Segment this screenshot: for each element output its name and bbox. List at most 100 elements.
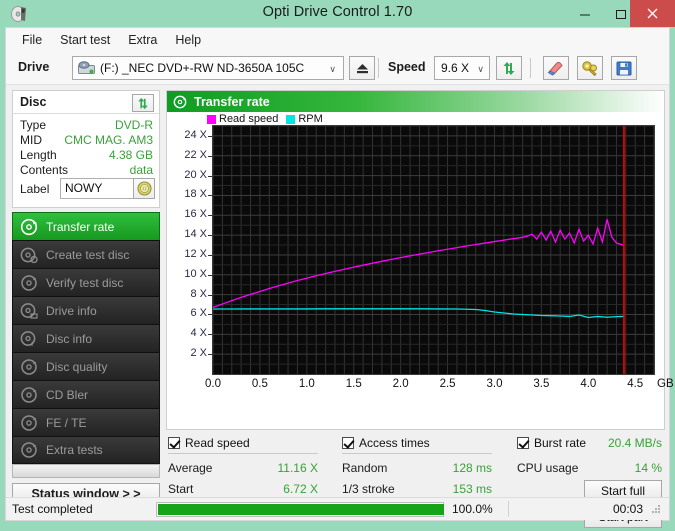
resize-grip[interactable]	[651, 504, 661, 514]
access-times-title: Access times	[359, 436, 430, 450]
divider	[168, 453, 318, 454]
sidebar-item-verify-test-disc[interactable]: Verify test disc	[12, 268, 160, 296]
sidebar-item-drive-info[interactable]: Drive info	[12, 296, 160, 324]
disc-row-length: Length 4.38 GB	[13, 148, 159, 164]
drive-label: Drive	[18, 60, 49, 74]
chevron-down-icon: ∨	[329, 64, 336, 75]
stat-value-random: 128 ms	[410, 461, 492, 475]
disc-label-input[interactable]: NOWY	[60, 178, 138, 199]
disc-bler-icon	[20, 386, 38, 404]
sidebar-item-disc-info[interactable]: i Disc info	[12, 324, 160, 352]
y-axis-tick-label: 22 X	[167, 149, 207, 161]
access-times-group-header[interactable]: Access times	[342, 434, 430, 452]
progress-bar	[156, 502, 444, 517]
stat-key-third-stroke: 1/3 stroke	[342, 482, 395, 496]
stat-value-start: 6.72 X	[236, 482, 318, 496]
transfer-rate-plot[interactable]	[212, 125, 655, 375]
divider	[508, 501, 509, 517]
eject-button[interactable]	[349, 56, 375, 80]
disc-label-key: Label	[20, 182, 49, 196]
menu-bar: File Start test Extra Help	[6, 28, 669, 51]
refresh-button[interactable]	[496, 56, 522, 80]
toolbar: Drive (F:) _NEC DVD+-RW ND-3650A 105C ∨	[6, 51, 669, 85]
menu-start-test[interactable]: Start test	[52, 31, 118, 49]
menu-file[interactable]: File	[14, 31, 50, 49]
disc-verify-icon	[20, 274, 38, 292]
y-axis-tick	[208, 136, 212, 137]
erase-button[interactable]	[543, 56, 569, 80]
drive-info-icon	[20, 302, 38, 320]
burst-rate-value: 20.4 MB/s	[580, 436, 662, 450]
app-window: Opti Drive Control 1.70 File Start test …	[0, 0, 675, 531]
nav-scrollbar[interactable]	[12, 464, 160, 478]
sidebar-item-cd-bler[interactable]: CD Bler	[12, 380, 160, 408]
chart-title: Transfer rate	[194, 95, 270, 109]
sidebar-item-label: Create test disc	[46, 248, 129, 262]
y-axis-tick	[208, 295, 212, 296]
y-axis-tick	[208, 235, 212, 236]
read-speed-checkbox[interactable]	[168, 437, 180, 449]
disc-panel-title: Disc	[20, 95, 46, 109]
stat-key-start: Start	[168, 482, 193, 496]
x-axis-tick-label: 2.5	[440, 378, 456, 390]
progress-bar-fill	[158, 504, 444, 515]
plot-wrapper: Read speed RPM 2 X4 X6 X8 X10 X12 X14 X1…	[167, 112, 664, 429]
stat-value-third-stroke: 153 ms	[410, 482, 492, 496]
legend-label-read-speed: Read speed	[219, 113, 278, 125]
y-axis-tick	[208, 275, 212, 276]
y-axis-tick-label: 24 X	[167, 129, 207, 141]
stat-key-average: Average	[168, 461, 212, 475]
sidebar-item-label: Drive info	[46, 304, 97, 318]
disc-burn-icon	[20, 246, 38, 264]
burst-rate-group-header[interactable]: Burst rate	[517, 434, 586, 452]
x-axis-tick-label: 1.0	[299, 378, 315, 390]
y-axis-tick-label: 12 X	[167, 248, 207, 260]
sidebar-item-label: Verify test disc	[46, 276, 123, 290]
sidebar-item-fe-te[interactable]: FE / TE	[12, 408, 160, 436]
x-axis-tick-label: 1.5	[346, 378, 362, 390]
close-button[interactable]	[630, 0, 675, 27]
disc-row-key: Contents	[20, 163, 68, 177]
y-axis-tick	[208, 255, 212, 256]
chevron-down-icon: ∨	[477, 64, 484, 75]
drive-select-value: (F:) _NEC DVD+-RW ND-3650A 105C	[100, 61, 304, 75]
disc-fete-icon	[20, 414, 38, 432]
y-axis-tick-label: 16 X	[167, 208, 207, 220]
drive-icon	[78, 61, 95, 75]
minimize-button[interactable]	[567, 0, 603, 27]
x-axis-tick-label: 4.5	[627, 378, 643, 390]
client-area: File Start test Extra Help Drive (F:) _N…	[5, 27, 670, 521]
disc-refresh-button[interactable]	[132, 94, 154, 112]
menu-help[interactable]: Help	[167, 31, 209, 49]
burst-rate-checkbox[interactable]	[517, 437, 529, 449]
x-axis-tick-label: 3.0	[486, 378, 502, 390]
tools-button[interactable]	[577, 56, 603, 80]
disc-row-mid: MID CMC MAG. AM3	[13, 133, 159, 149]
speed-label: Speed	[388, 60, 426, 74]
read-speed-group-header[interactable]: Read speed	[168, 434, 250, 452]
title-bar: Opti Drive Control 1.70	[0, 0, 675, 27]
sidebar-item-extra-tests[interactable]: Extra tests	[12, 436, 160, 464]
speed-select[interactable]: 9.6 X ∨	[434, 56, 490, 80]
read-speed-title: Read speed	[185, 436, 250, 450]
sidebar-item-disc-quality[interactable]: Disc quality	[12, 352, 160, 380]
disc-quality-icon	[20, 358, 38, 376]
burst-rate-title: Burst rate	[534, 436, 586, 450]
sidebar-item-label: Disc quality	[46, 360, 107, 374]
disc-browse-button[interactable]	[133, 178, 155, 199]
save-button[interactable]	[611, 56, 637, 80]
access-times-checkbox[interactable]	[342, 437, 354, 449]
status-text: Test completed	[12, 502, 152, 516]
disc-extra-icon	[20, 441, 38, 459]
cpu-usage-value: 14 %	[580, 461, 662, 475]
nav-list: Transfer rate Create test disc	[12, 212, 160, 464]
x-axis-tick-label: 4.0	[580, 378, 596, 390]
cpu-usage-key: CPU usage	[517, 461, 578, 475]
toolbar-separator	[378, 58, 379, 78]
sidebar-item-create-test-disc[interactable]: Create test disc	[12, 240, 160, 268]
sidebar-item-label: CD Bler	[46, 388, 88, 402]
drive-select[interactable]: (F:) _NEC DVD+-RW ND-3650A 105C ∨	[72, 56, 344, 80]
y-axis-tick-label: 18 X	[167, 188, 207, 200]
sidebar-item-transfer-rate[interactable]: Transfer rate	[12, 212, 160, 240]
menu-extra[interactable]: Extra	[120, 31, 165, 49]
